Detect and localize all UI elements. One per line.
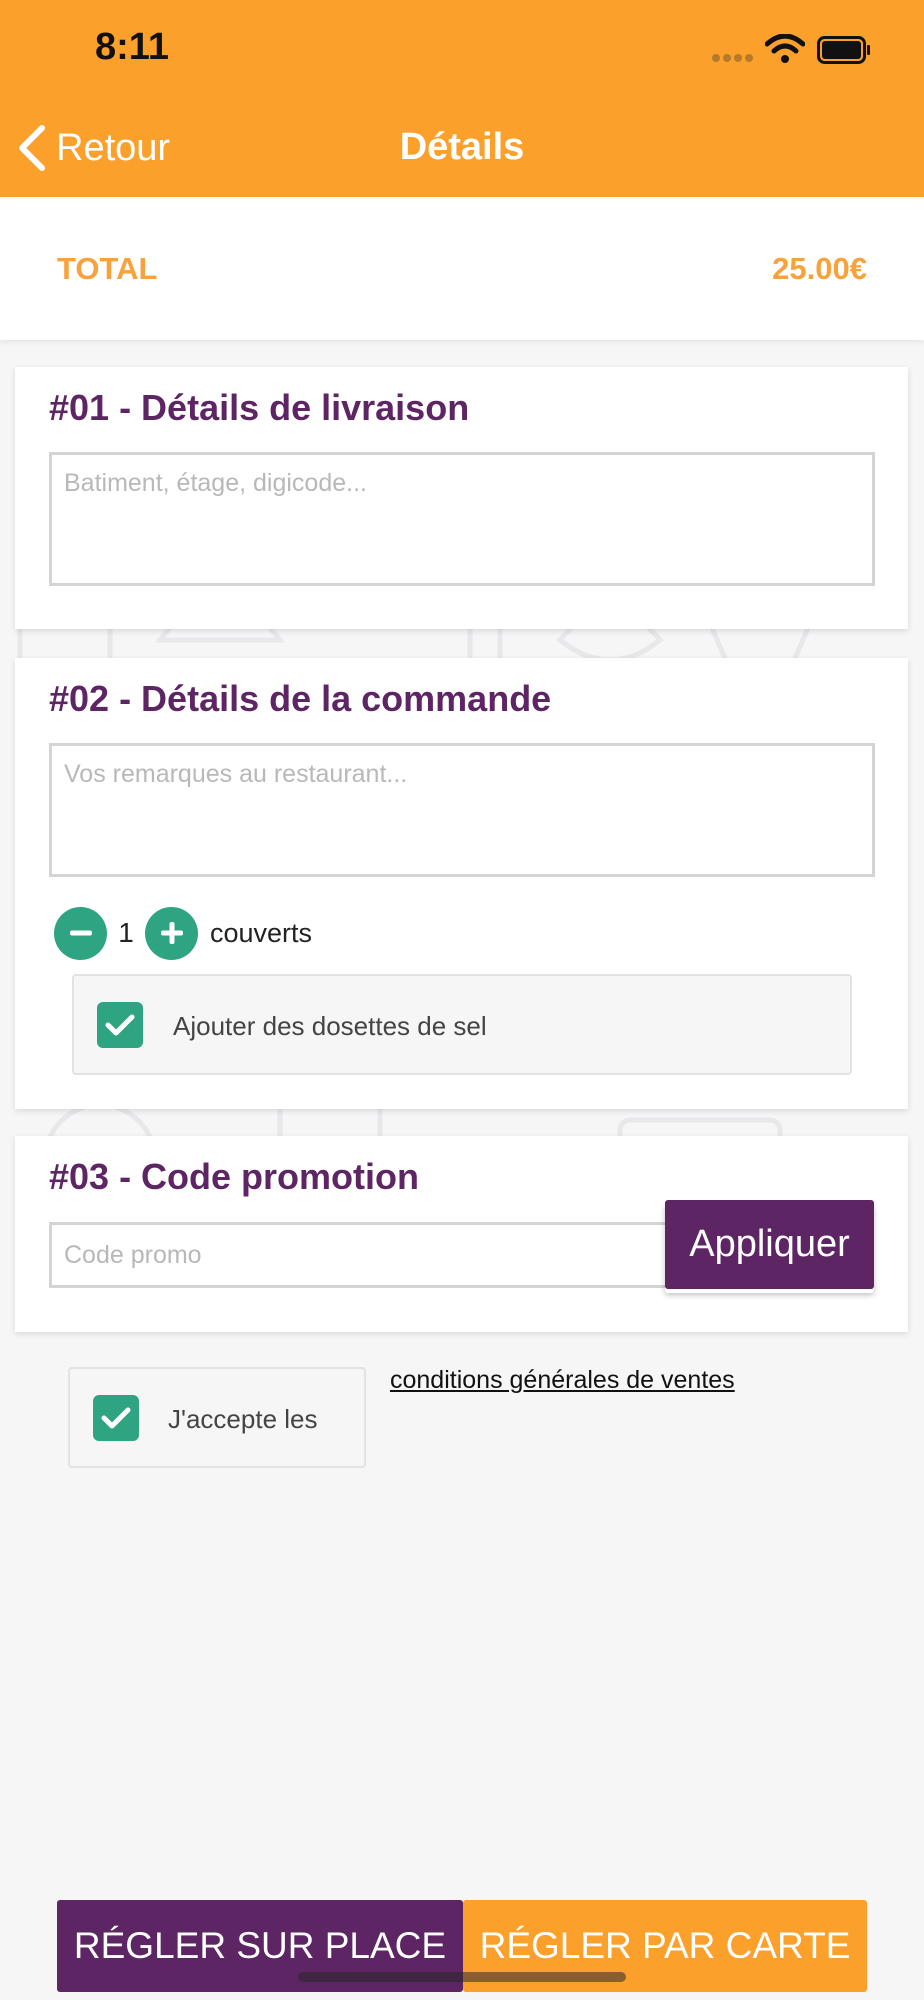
terms-accept-label: J'accepte les xyxy=(168,1404,318,1434)
signal-icon xyxy=(712,54,753,62)
order-details-title: #02 - Détails de la commande xyxy=(49,678,552,719)
salt-option[interactable]: Ajouter des dosettes de sel xyxy=(72,974,852,1075)
delivery-details-card: #01 - Détails de livraison xyxy=(15,367,908,629)
minus-icon xyxy=(69,930,92,936)
terms-accept-option[interactable]: J'accepte les xyxy=(68,1367,366,1468)
delivery-details-input[interactable] xyxy=(49,452,875,586)
checkmark-icon xyxy=(101,1407,131,1429)
wifi-icon xyxy=(765,34,805,63)
details-screen: 8:11 Retour Détails TOTAL 25.00€ #01 - D… xyxy=(0,0,924,2000)
total-value: 25.00€ xyxy=(772,251,867,286)
promo-code-input[interactable] xyxy=(49,1222,669,1288)
delivery-details-title: #01 - Détails de livraison xyxy=(49,387,470,428)
promo-code-title: #03 - Code promotion xyxy=(49,1156,420,1197)
decrement-button[interactable] xyxy=(54,906,107,960)
salt-option-label: Ajouter des dosettes de sel xyxy=(173,1011,487,1041)
total-label: TOTAL xyxy=(57,251,158,286)
terms-checkbox[interactable] xyxy=(93,1395,139,1441)
home-indicator xyxy=(298,1972,626,1982)
total-bar: TOTAL 25.00€ xyxy=(0,197,924,340)
promo-code-card: #03 - Code promotion Appliquer xyxy=(15,1136,908,1332)
covers-count: 1 xyxy=(118,917,134,948)
increment-button[interactable] xyxy=(145,906,198,960)
order-details-card: #02 - Détails de la commande 1 couverts … xyxy=(15,658,908,1109)
status-time: 8:11 xyxy=(95,26,169,68)
covers-label: couverts xyxy=(210,917,313,948)
page-title: Détails xyxy=(399,126,525,168)
salt-checkbox[interactable] xyxy=(97,1002,143,1048)
apply-promo-button[interactable]: Appliquer xyxy=(665,1200,874,1289)
app-header: 8:11 Retour Détails xyxy=(0,0,924,197)
order-remarks-input[interactable] xyxy=(49,743,875,877)
terms-link[interactable]: conditions générales de ventes xyxy=(390,1366,735,1395)
covers-stepper: 1 couverts xyxy=(54,906,312,960)
plus-icon xyxy=(160,922,183,944)
battery-icon xyxy=(817,36,870,64)
checkmark-icon xyxy=(105,1014,135,1036)
